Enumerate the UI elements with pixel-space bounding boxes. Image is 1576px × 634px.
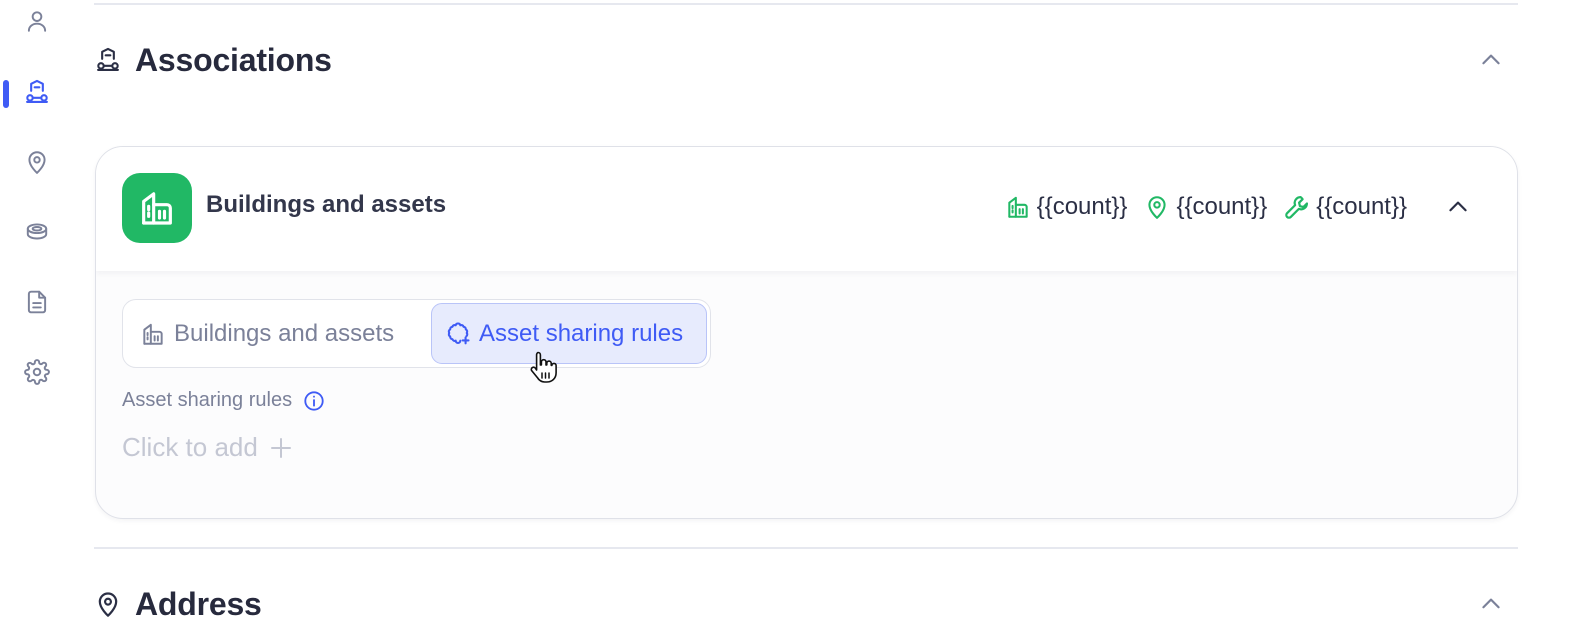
tab-asset-sharing-rules[interactable]: Asset sharing rules [431,303,707,364]
active-indicator [3,80,9,108]
section-divider [94,3,1518,5]
buildings-count: {{count}} [1004,193,1128,221]
plus-icon [268,435,294,461]
gear-icon [24,358,50,390]
wrench-icon [1283,193,1311,221]
assets-icon [94,46,122,74]
view-tabs: Buildings and assets Asset sharing rules [122,299,711,368]
nav-item-finance[interactable] [22,219,52,249]
building-icon [142,192,172,225]
chevron-up-icon [1482,598,1500,609]
collapse-address-button[interactable] [1474,587,1508,621]
chevron-up-icon [1449,201,1467,212]
section-title: Associations [135,41,332,78]
assets-count: {{count}} [1283,193,1407,221]
nav-item-documents[interactable] [22,289,52,319]
location-pin-icon [24,149,50,180]
collapse-associations-button[interactable] [1474,43,1508,77]
locations-count: {{count}} [1143,193,1267,221]
section-divider [94,547,1518,549]
tab-buildings-and-assets[interactable]: Buildings and assets [127,303,427,364]
side-nav [0,0,74,634]
document-icon [24,289,50,320]
chevron-up-icon [1482,54,1500,65]
card-title: Buildings and assets [206,191,447,218]
collapse-card-button[interactable] [1441,190,1475,224]
count-value: {{count}} [1176,193,1268,220]
tab-label: Asset sharing rules [479,319,684,347]
location-pin-icon [94,590,122,618]
add-label: Click to add [122,432,258,462]
card-header: Buildings and assets {{count}} {{count}}… [96,147,1517,271]
location-pin-icon [1143,193,1171,221]
tab-label: Buildings and assets [174,319,395,347]
buildings-assets-card: Buildings and assets {{count}} {{count}}… [95,146,1518,519]
address-section-header: Address [94,579,1518,629]
assets-icon [23,78,51,111]
building-icon [139,320,167,348]
field-label-text: Asset sharing rules [122,389,293,411]
info-icon[interactable] [303,390,325,412]
associations-section-header: Associations [94,35,1518,85]
coins-icon [24,219,50,250]
building-badge [122,173,192,243]
building-icon [1004,193,1032,221]
hand-pointer-cursor-icon [530,351,557,383]
nav-item-location[interactable] [22,149,52,179]
user-icon [24,8,50,39]
nav-item-user[interactable] [22,8,52,38]
count-value: {{count}} [1036,193,1128,220]
click-to-add-button[interactable]: Click to add [122,432,294,463]
section-title: Address [135,585,262,622]
asset-sharing-rules-label: Asset sharing rules [122,389,325,412]
nav-item-associations[interactable] [22,79,52,109]
count-value: {{count}} [1316,193,1407,220]
nav-item-settings[interactable] [22,358,52,390]
sharing-rules-icon [444,320,472,348]
counts-summary: {{count}} {{count}} {{count}} [988,191,1407,223]
